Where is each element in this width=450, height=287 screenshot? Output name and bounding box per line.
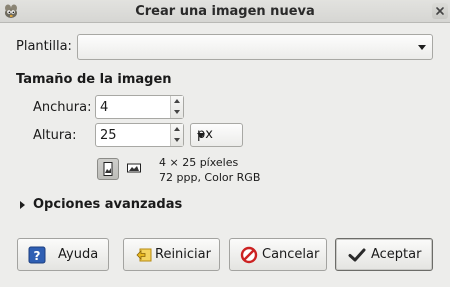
image-resolution-info: 72 ppp, Color RGB <box>159 171 261 184</box>
cancel-button-label: Cancelar <box>262 247 320 262</box>
reset-icon <box>135 246 153 264</box>
window-title: Crear una imagen nueva <box>135 4 315 19</box>
width-stepper[interactable] <box>170 96 183 118</box>
ok-button-label: Aceptar <box>371 247 422 262</box>
portrait-orientation-icon <box>103 162 113 176</box>
chevron-down-icon <box>418 45 426 50</box>
chevron-down-icon <box>197 133 205 138</box>
landscape-orientation-icon <box>127 163 141 173</box>
image-dimensions-info: 4 × 25 píxeles <box>159 156 239 169</box>
svg-text:?: ? <box>34 249 41 263</box>
checkmark-icon <box>348 246 366 264</box>
height-spinbutton[interactable] <box>95 123 184 147</box>
cancel-button[interactable]: Cancelar <box>229 238 327 271</box>
height-stepper[interactable] <box>170 124 183 146</box>
width-increment-button[interactable] <box>171 96 183 107</box>
unit-combo[interactable]: px <box>190 123 243 147</box>
help-button-label: Ayuda <box>58 247 99 262</box>
height-increment-button[interactable] <box>171 124 183 135</box>
close-icon[interactable] <box>432 3 448 19</box>
advanced-options-expander[interactable]: Opciones avanzadas <box>33 197 182 212</box>
width-label: Anchura: <box>33 100 92 115</box>
landscape-orientation-button[interactable] <box>124 158 146 180</box>
reset-button-label: Reiniciar <box>155 247 211 262</box>
width-spinbutton[interactable] <box>95 95 184 119</box>
title-bar[interactable]: Crear una imagen nueva <box>0 0 450 23</box>
template-combo[interactable] <box>77 34 433 60</box>
portrait-orientation-button[interactable] <box>97 158 119 180</box>
image-size-heading: Tamaño de la imagen <box>16 72 172 87</box>
template-label: Plantilla: <box>16 39 72 54</box>
help-icon: ? <box>28 246 46 264</box>
help-button[interactable]: ? Ayuda <box>17 238 109 271</box>
expander-arrow-icon[interactable] <box>20 201 25 209</box>
height-label: Altura: <box>33 128 77 143</box>
cancel-icon <box>240 246 258 264</box>
width-decrement-button[interactable] <box>171 107 183 118</box>
reset-button[interactable]: Reiniciar <box>123 238 220 271</box>
ok-button[interactable]: Aceptar <box>335 238 433 271</box>
height-decrement-button[interactable] <box>171 135 183 146</box>
